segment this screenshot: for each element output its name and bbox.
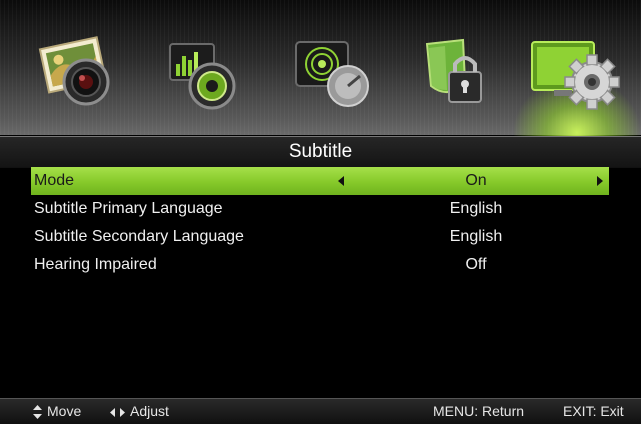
move-hint-label: Move bbox=[47, 403, 82, 419]
tab-channel[interactable] bbox=[278, 20, 388, 130]
tab-setup[interactable] bbox=[514, 20, 640, 156]
page-title: Subtitle bbox=[0, 136, 641, 168]
menu-item-label: Subtitle Secondary Language bbox=[34, 228, 244, 245]
menu-item-mode[interactable]: Mode On bbox=[31, 167, 609, 195]
left-right-arrows-icon bbox=[110, 407, 125, 417]
footer-hint-bar: Move Adjust MENU: Return EXIT: Exit bbox=[0, 398, 641, 424]
menu-item-label: Mode bbox=[34, 172, 75, 189]
tab-picture[interactable] bbox=[22, 20, 132, 130]
arrow-right-icon[interactable] bbox=[597, 176, 603, 186]
picture-camera-icon bbox=[38, 36, 110, 106]
tab-sound[interactable] bbox=[150, 20, 260, 130]
lock-shield-icon bbox=[425, 38, 482, 103]
menu-item-primary-language[interactable]: Subtitle Primary Language English bbox=[0, 195, 641, 223]
menu-item-value: Off bbox=[465, 256, 487, 273]
menu-item-hearing-impaired[interactable]: Hearing Impaired Off bbox=[0, 251, 641, 279]
menu-item-value: English bbox=[449, 228, 503, 245]
menu-item-label: Subtitle Primary Language bbox=[34, 200, 223, 217]
exit-hint: EXIT: Exit bbox=[563, 403, 624, 419]
tab-lock[interactable] bbox=[405, 20, 515, 130]
menu-item-secondary-language[interactable]: Subtitle Secondary Language English bbox=[0, 223, 641, 251]
adjust-hint: Adjust bbox=[110, 399, 169, 424]
menu-item-value: English bbox=[449, 200, 503, 217]
channel-satellite-icon bbox=[295, 41, 369, 107]
move-hint: Move bbox=[33, 399, 81, 424]
menu-return-hint: MENU: Return bbox=[433, 403, 525, 419]
menu-tab-bar bbox=[0, 0, 641, 156]
adjust-hint-label: Adjust bbox=[130, 403, 169, 419]
up-down-arrows-icon bbox=[33, 405, 42, 420]
arrow-left-icon[interactable] bbox=[338, 176, 344, 186]
sound-speaker-icon bbox=[169, 43, 236, 110]
setup-gear-icon bbox=[531, 41, 620, 110]
subtitle-menu-list: Mode On Subtitle Primary Language Englis… bbox=[0, 167, 641, 279]
menu-item-label: Hearing Impaired bbox=[34, 256, 157, 273]
menu-item-value: On bbox=[465, 172, 487, 189]
